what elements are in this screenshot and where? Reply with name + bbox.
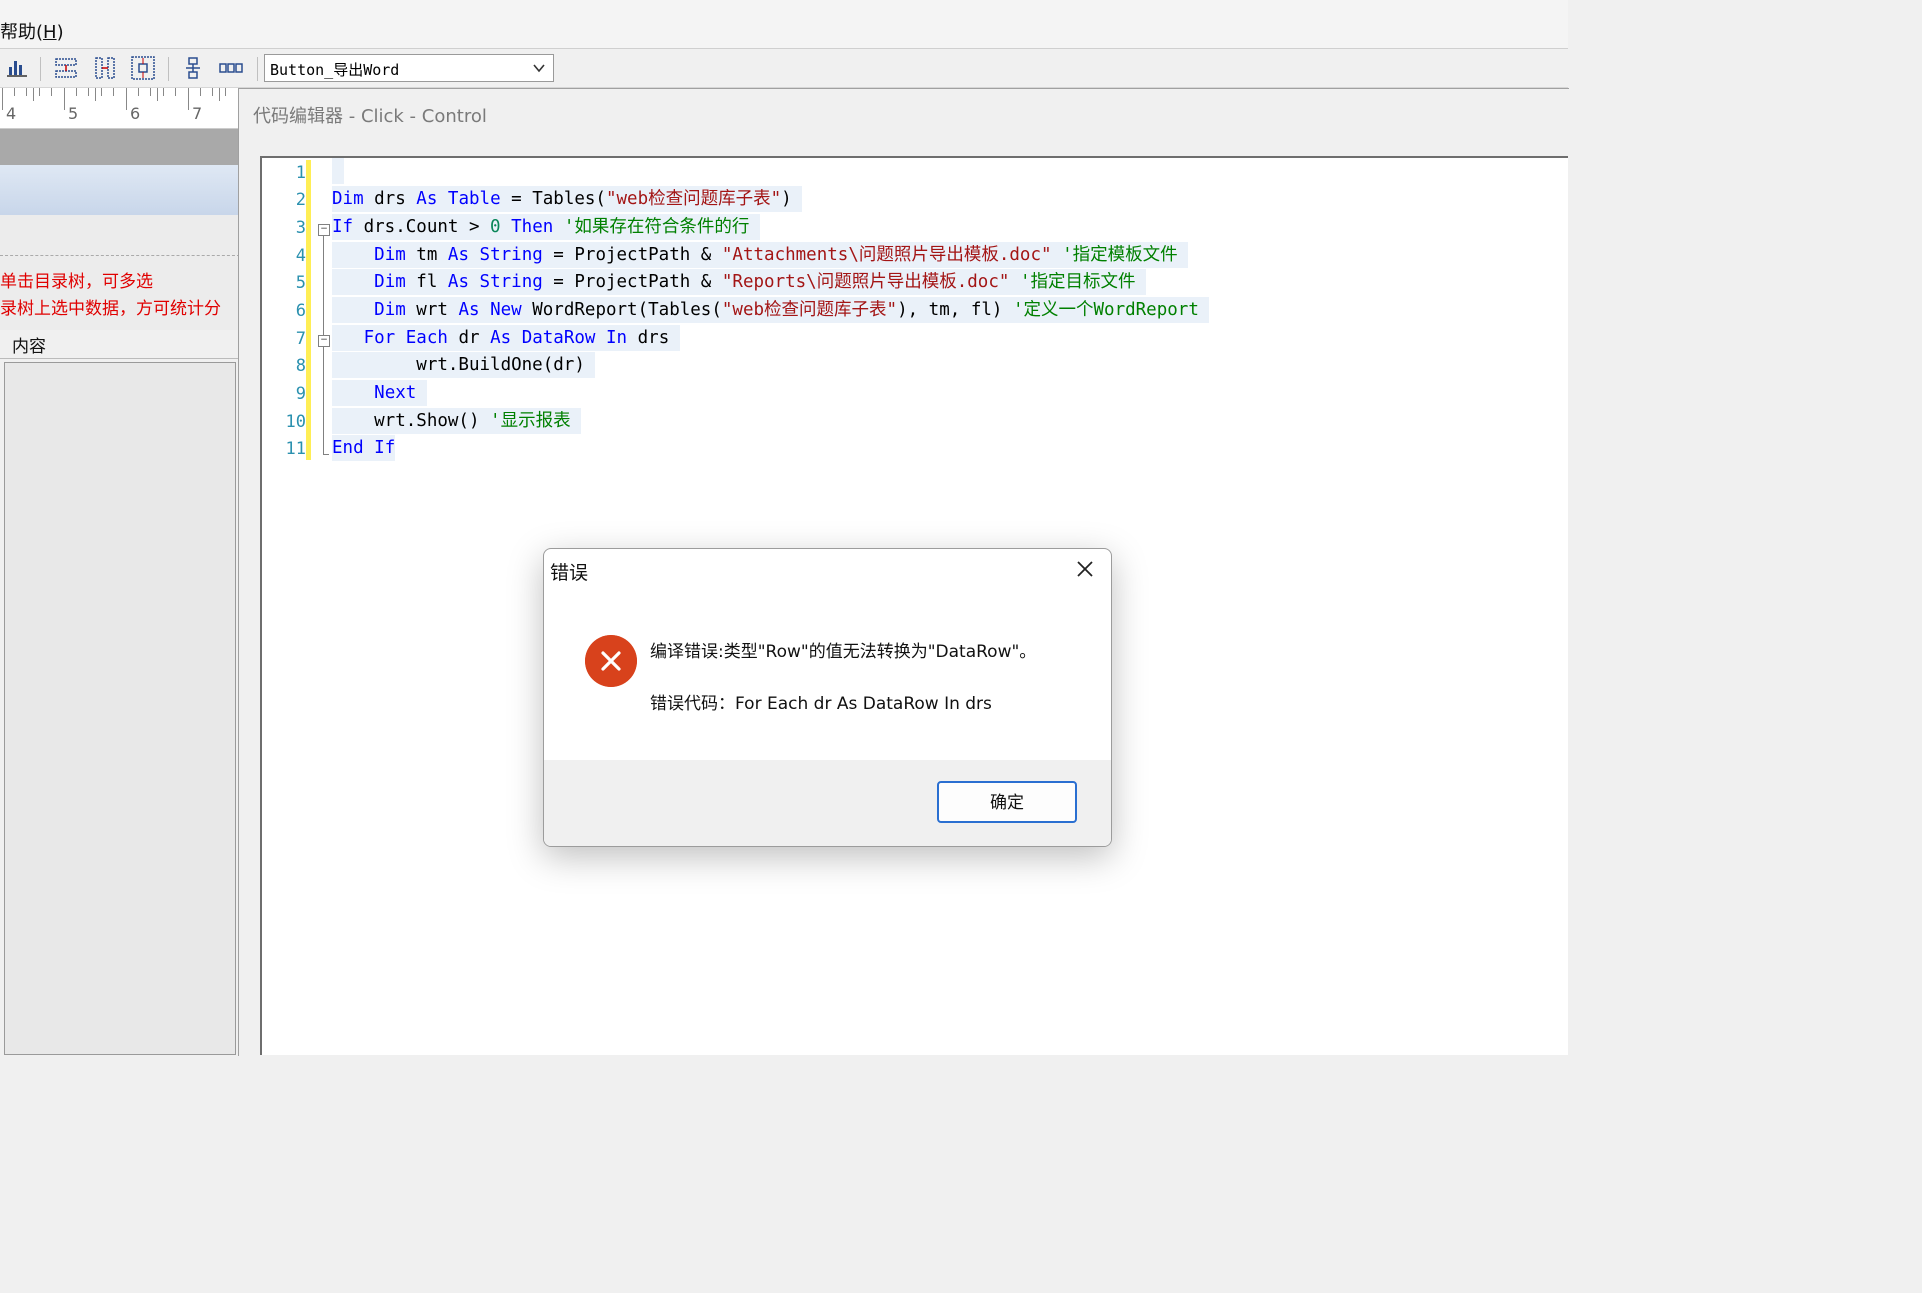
ruler-tick xyxy=(64,88,65,110)
line-number: 9 xyxy=(295,384,306,404)
code-line: Dim tm As String = ProjectPath & "Attach… xyxy=(332,242,1189,268)
object-selector-combo[interactable]: Button_导出Word xyxy=(264,54,554,82)
menu-help[interactable]: 帮助(H) xyxy=(0,18,64,44)
code-line: Next xyxy=(332,380,427,406)
ok-button[interactable]: 确定 xyxy=(937,781,1077,823)
code-line: wrt.BuildOne(dr) xyxy=(332,352,596,378)
fold-end xyxy=(323,454,329,455)
horizontal-spacing-icon[interactable] xyxy=(218,55,244,81)
fold-line xyxy=(323,236,324,335)
ruler-tick xyxy=(126,88,127,110)
line-number: 5 xyxy=(295,273,306,293)
error-message: 编译错误:类型"Row"的值无法转换为"DataRow"。 xyxy=(650,642,1037,662)
ruler: 4 5 6 7 xyxy=(0,88,240,129)
error-code: 错误代码：For Each dr As DataRow In drs xyxy=(650,694,992,714)
ruler-mark: 4 xyxy=(6,104,17,123)
code-line: End If xyxy=(332,435,396,461)
ruler-tick xyxy=(188,88,189,110)
line-number: 7 xyxy=(295,329,306,349)
hint-divider xyxy=(0,255,240,256)
menu-help-close: ) xyxy=(56,22,64,43)
ruler-mark: 5 xyxy=(68,104,79,123)
ruler-tick xyxy=(2,88,3,110)
fold-toggle-icon[interactable]: − xyxy=(318,224,330,236)
code-line: If drs.Count > 0 Then '如果存在符合条件的行 xyxy=(332,214,760,240)
window-title: 代码编辑器 - Click - Control xyxy=(253,106,487,127)
line-number: 6 xyxy=(295,301,306,321)
toolbar-separator xyxy=(257,57,258,81)
code-line: Dim fl As String = ProjectPath & "Report… xyxy=(332,269,1147,295)
column-header[interactable]: 内容 xyxy=(0,330,240,359)
left-panel-hint-area: 单击目录树，可多选 录树上选中数据，方可统计分 xyxy=(0,215,240,335)
chevron-down-icon[interactable] xyxy=(532,61,546,75)
code-line: For Each dr As DataRow In drs xyxy=(332,325,680,351)
ruler-mark: 6 xyxy=(130,104,141,123)
line-number: 11 xyxy=(285,439,306,459)
center-in-form-icon[interactable] xyxy=(130,55,156,81)
line-number: 3 xyxy=(295,218,306,238)
error-icon xyxy=(585,635,637,687)
ruler-mark: 7 xyxy=(192,104,203,123)
hint-text: 单击目录树，可多选 xyxy=(0,272,153,292)
error-dialog: 错误 编译错误:类型"Row"的值无法转换为"DataRow"。 错误代码：Fo… xyxy=(543,548,1112,847)
vertical-spacing-icon[interactable] xyxy=(180,55,206,81)
toolbar: Button_导出Word xyxy=(0,49,1568,88)
line-number: 1 xyxy=(295,163,306,183)
fold-line xyxy=(323,347,324,455)
content-list[interactable] xyxy=(4,362,236,1055)
line-number: 8 xyxy=(295,356,306,376)
line-number: 4 xyxy=(295,246,306,266)
object-selector-value: Button_导出Word xyxy=(270,61,400,79)
menu-help-accesskey: H xyxy=(43,22,57,43)
line-number-gutter: 1 2 3 4 5 6 7 8 9 10 11 xyxy=(262,158,306,1055)
toolbar-separator xyxy=(40,57,41,81)
code-line: Dim drs As Table = Tables("web检查问题库子表") xyxy=(332,186,803,212)
code-line: Dim wrt As New WordReport(Tables("web检查问… xyxy=(332,297,1210,323)
align-center-icon[interactable] xyxy=(92,55,118,81)
code-line xyxy=(332,158,344,184)
line-number: 10 xyxy=(285,412,306,432)
left-panel-strip xyxy=(0,129,240,165)
bar-chart-icon[interactable] xyxy=(4,55,30,81)
close-icon[interactable] xyxy=(1073,557,1097,581)
left-panel-banner xyxy=(0,165,240,215)
align-middle-icon[interactable] xyxy=(53,55,79,81)
changed-lines-marker xyxy=(306,160,311,460)
column-header-label: 内容 xyxy=(12,337,46,357)
toolbar-separator xyxy=(168,57,169,81)
fold-toggle-icon[interactable]: − xyxy=(318,335,330,347)
code-line: wrt.Show() '显示报表 xyxy=(332,408,582,434)
hint-text: 录树上选中数据，方可统计分 xyxy=(0,299,221,319)
menu-bar: 帮助(H) xyxy=(0,0,1568,49)
dialog-title: 错误 xyxy=(550,562,589,584)
menu-help-label: 帮助( xyxy=(0,22,44,43)
line-number: 2 xyxy=(295,190,306,210)
